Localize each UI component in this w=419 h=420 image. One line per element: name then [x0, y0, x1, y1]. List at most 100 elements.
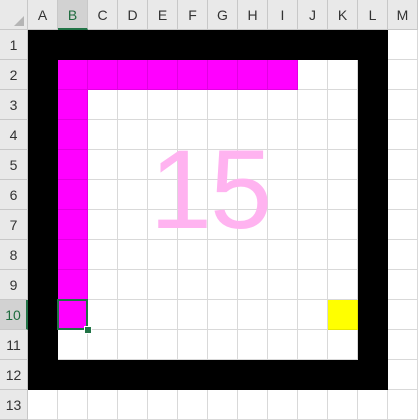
- row-header-13[interactable]: 13: [0, 390, 28, 420]
- cell-A10[interactable]: [28, 300, 58, 330]
- cell-M4[interactable]: [388, 120, 418, 150]
- row-header-12[interactable]: 12: [0, 360, 28, 390]
- cell-D13[interactable]: [118, 390, 148, 420]
- cell-D6[interactable]: [118, 180, 148, 210]
- cell-A4[interactable]: [28, 120, 58, 150]
- cell-I13[interactable]: [268, 390, 298, 420]
- cell-M1[interactable]: [388, 30, 418, 60]
- row-header-5[interactable]: 5: [0, 150, 28, 180]
- cell-M11[interactable]: [388, 330, 418, 360]
- cell-D1[interactable]: [118, 30, 148, 60]
- cell-D4[interactable]: [118, 120, 148, 150]
- cell-D5[interactable]: [118, 150, 148, 180]
- cell-F13[interactable]: [178, 390, 208, 420]
- cell-D9[interactable]: [118, 270, 148, 300]
- row-header-10[interactable]: 10: [0, 300, 28, 330]
- cell-L5[interactable]: [358, 150, 388, 180]
- row-header-8[interactable]: 8: [0, 240, 28, 270]
- cell-D3[interactable]: [118, 90, 148, 120]
- cell-M5[interactable]: [388, 150, 418, 180]
- cell-G2[interactable]: [208, 60, 238, 90]
- cell-L9[interactable]: [358, 270, 388, 300]
- cell-J8[interactable]: [298, 240, 328, 270]
- cell-E13[interactable]: [148, 390, 178, 420]
- row-header-2[interactable]: 2: [0, 60, 28, 90]
- cell-I2[interactable]: [268, 60, 298, 90]
- cell-J4[interactable]: [298, 120, 328, 150]
- cell-H11[interactable]: [238, 330, 268, 360]
- column-header-B[interactable]: B: [58, 0, 88, 30]
- cell-A1[interactable]: [28, 30, 58, 60]
- cell-H12[interactable]: [238, 360, 268, 390]
- cell-C8[interactable]: [88, 240, 118, 270]
- column-header-L[interactable]: L: [358, 0, 388, 30]
- cell-A13[interactable]: [28, 390, 58, 420]
- cell-B11[interactable]: [58, 330, 88, 360]
- cell-C2[interactable]: [88, 60, 118, 90]
- cell-M13[interactable]: [388, 390, 418, 420]
- cell-F10[interactable]: [178, 300, 208, 330]
- cell-B12[interactable]: [58, 360, 88, 390]
- cell-K13[interactable]: [328, 390, 358, 420]
- cell-E1[interactable]: [148, 30, 178, 60]
- cell-M8[interactable]: [388, 240, 418, 270]
- cell-F11[interactable]: [178, 330, 208, 360]
- cell-B6[interactable]: [58, 180, 88, 210]
- cell-M7[interactable]: [388, 210, 418, 240]
- cell-J7[interactable]: [298, 210, 328, 240]
- cell-L10[interactable]: [358, 300, 388, 330]
- cell-M10[interactable]: [388, 300, 418, 330]
- cell-K12[interactable]: [328, 360, 358, 390]
- cell-B1[interactable]: [58, 30, 88, 60]
- cell-D8[interactable]: [118, 240, 148, 270]
- cell-G13[interactable]: [208, 390, 238, 420]
- column-header-G[interactable]: G: [208, 0, 238, 30]
- cell-K2[interactable]: [328, 60, 358, 90]
- cell-B3[interactable]: [58, 90, 88, 120]
- cell-L13[interactable]: [358, 390, 388, 420]
- cell-C1[interactable]: [88, 30, 118, 60]
- cell-I10[interactable]: [268, 300, 298, 330]
- cell-K7[interactable]: [328, 210, 358, 240]
- cell-B4[interactable]: [58, 120, 88, 150]
- cell-A7[interactable]: [28, 210, 58, 240]
- cell-A9[interactable]: [28, 270, 58, 300]
- column-header-I[interactable]: I: [268, 0, 298, 30]
- cell-L8[interactable]: [358, 240, 388, 270]
- cell-C5[interactable]: [88, 150, 118, 180]
- cell-L1[interactable]: [358, 30, 388, 60]
- cell-J3[interactable]: [298, 90, 328, 120]
- cell-L2[interactable]: [358, 60, 388, 90]
- cell-A3[interactable]: [28, 90, 58, 120]
- cell-A5[interactable]: [28, 150, 58, 180]
- cell-B5[interactable]: [58, 150, 88, 180]
- cell-D10[interactable]: [118, 300, 148, 330]
- cell-F3[interactable]: [178, 90, 208, 120]
- cell-L11[interactable]: [358, 330, 388, 360]
- select-all-corner[interactable]: [0, 0, 28, 30]
- cell-C4[interactable]: [88, 120, 118, 150]
- cell-K11[interactable]: [328, 330, 358, 360]
- cell-J13[interactable]: [298, 390, 328, 420]
- row-header-4[interactable]: 4: [0, 120, 28, 150]
- cell-B9[interactable]: [58, 270, 88, 300]
- cell-M2[interactable]: [388, 60, 418, 90]
- column-header-J[interactable]: J: [298, 0, 328, 30]
- column-header-C[interactable]: C: [88, 0, 118, 30]
- cell-M9[interactable]: [388, 270, 418, 300]
- cell-F9[interactable]: [178, 270, 208, 300]
- cell-E9[interactable]: [148, 270, 178, 300]
- cell-H1[interactable]: [238, 30, 268, 60]
- cell-D12[interactable]: [118, 360, 148, 390]
- cell-G3[interactable]: [208, 90, 238, 120]
- row-header-6[interactable]: 6: [0, 180, 28, 210]
- cell-H9[interactable]: [238, 270, 268, 300]
- cell-J9[interactable]: [298, 270, 328, 300]
- cell-K6[interactable]: [328, 180, 358, 210]
- cell-G11[interactable]: [208, 330, 238, 360]
- cell-G10[interactable]: [208, 300, 238, 330]
- cell-C9[interactable]: [88, 270, 118, 300]
- cell-C11[interactable]: [88, 330, 118, 360]
- cell-A6[interactable]: [28, 180, 58, 210]
- cell-E2[interactable]: [148, 60, 178, 90]
